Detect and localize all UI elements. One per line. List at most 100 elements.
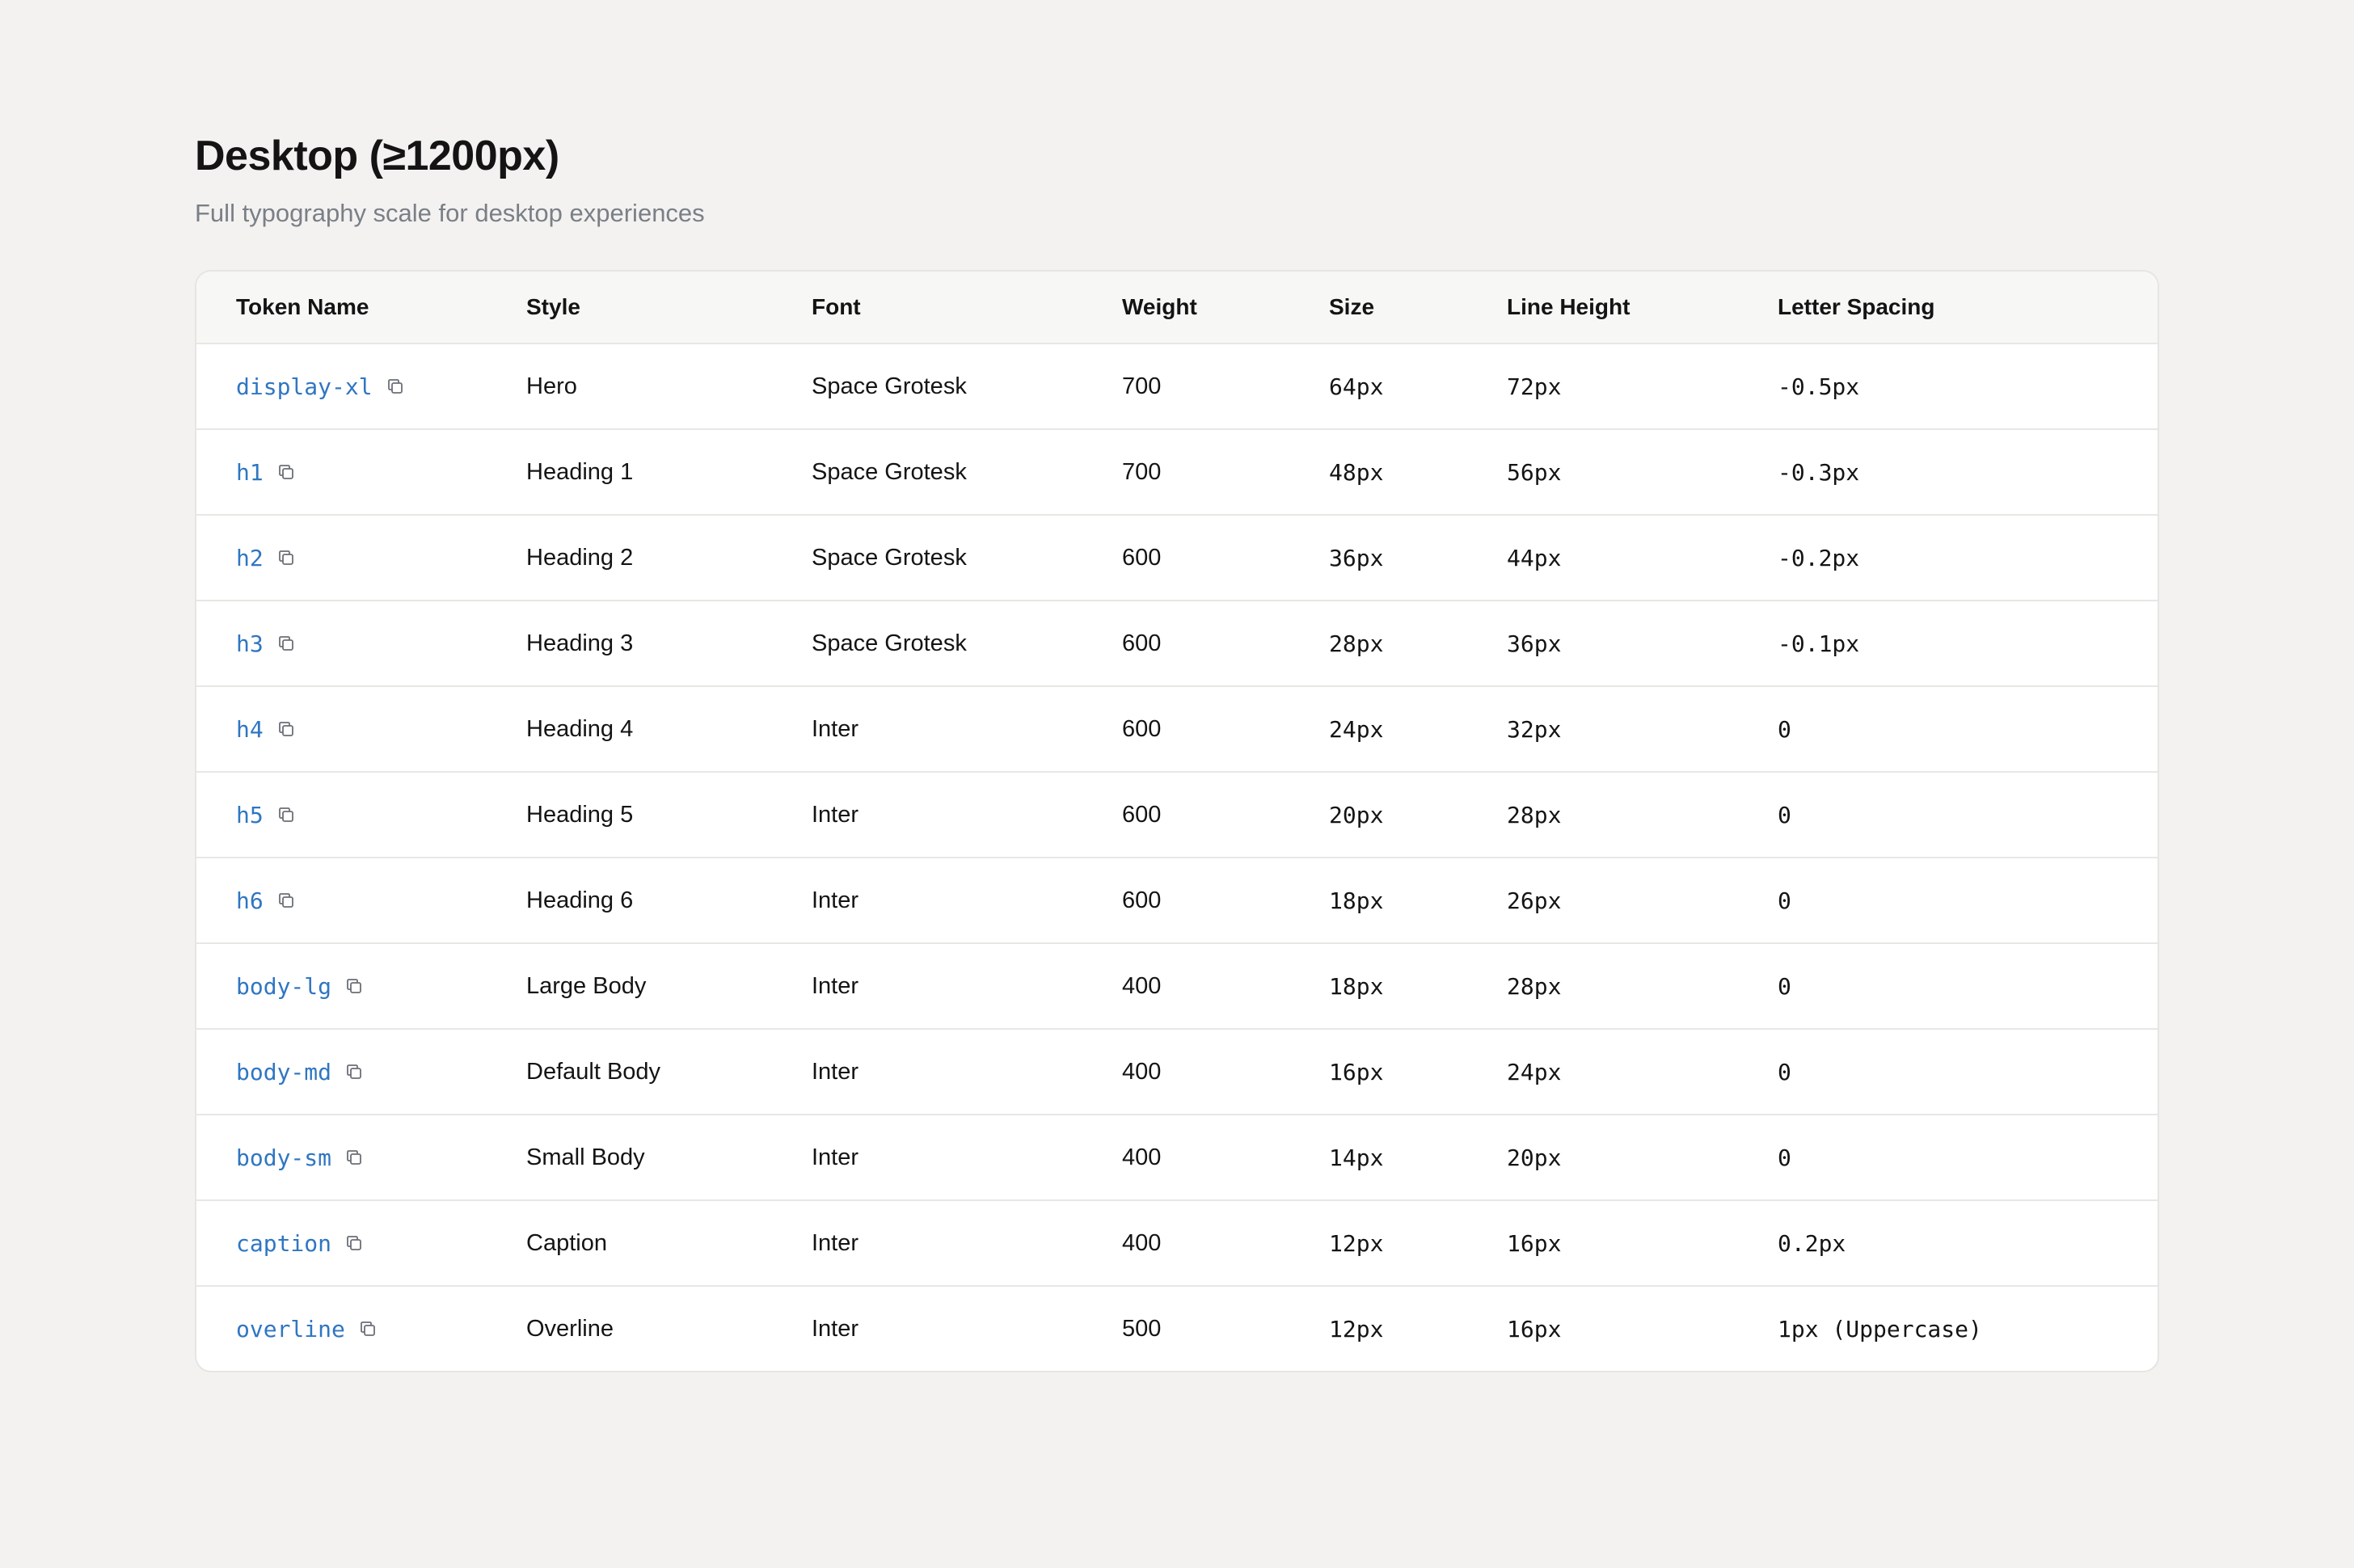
- font-cell: Inter: [812, 972, 859, 999]
- size-cell: 24px: [1329, 715, 1384, 743]
- copy-icon[interactable]: [343, 1146, 365, 1169]
- table-header-row: Token Name Style Font Weight Size Line H…: [196, 272, 2158, 343]
- token-cell: h3: [196, 630, 526, 657]
- table-row: body-lg Large Body Inter 400 18px 28px 0: [196, 942, 2158, 1028]
- font-cell: Inter: [812, 887, 859, 913]
- token-cell: h4: [196, 716, 526, 743]
- copy-icon[interactable]: [343, 1060, 365, 1083]
- typography-table: Token Name Style Font Weight Size Line H…: [195, 270, 2159, 1372]
- token-name-link[interactable]: h1: [236, 459, 264, 486]
- font-cell: Inter: [812, 1058, 859, 1085]
- style-cell: Heading 5: [526, 801, 634, 828]
- style-cell: Heading 6: [526, 887, 634, 913]
- size-cell: 18px: [1329, 887, 1384, 914]
- token-name-link[interactable]: overline: [236, 1316, 345, 1342]
- font-cell: Space Grotesk: [812, 630, 967, 656]
- copy-icon[interactable]: [275, 803, 297, 826]
- token-cell: h1: [196, 459, 526, 486]
- size-cell: 28px: [1329, 630, 1384, 657]
- token-name-link[interactable]: caption: [236, 1230, 331, 1257]
- line-height-cell: 16px: [1507, 1315, 1562, 1342]
- weight-cell: 400: [1122, 1229, 1162, 1256]
- token-cell: caption: [196, 1230, 526, 1257]
- letter-spacing-cell: -0.1px: [1778, 630, 1860, 657]
- line-height-cell: 32px: [1507, 715, 1562, 743]
- column-header-style: Style: [526, 294, 580, 319]
- table-row: display-xl Hero Space Grotesk 700 64px 72px -0…: [196, 343, 2158, 428]
- font-cell: Space Grotesk: [812, 544, 967, 571]
- weight-cell: 600: [1122, 544, 1162, 571]
- size-cell: 36px: [1329, 544, 1384, 571]
- token-name-link[interactable]: h3: [236, 630, 264, 657]
- copy-icon[interactable]: [275, 632, 297, 655]
- weight-cell: 400: [1122, 1058, 1162, 1085]
- table-row: h5 Heading 5 Inter 600 20px 28px 0: [196, 771, 2158, 857]
- copy-icon[interactable]: [275, 546, 297, 569]
- copy-icon[interactable]: [275, 889, 297, 912]
- weight-cell: 700: [1122, 458, 1162, 485]
- typography-section: Desktop (≥1200px) Full typography scale …: [195, 129, 2159, 1372]
- line-height-cell: 28px: [1507, 972, 1562, 1000]
- table-row: h1 Heading 1 Space Grotesk 700 48px 56px -0.3p…: [196, 428, 2158, 514]
- token-cell: body-md: [196, 1059, 526, 1085]
- copy-icon[interactable]: [343, 975, 365, 997]
- table-row: overline Overline Inter 500 12px 16px 1px (Upp…: [196, 1285, 2158, 1371]
- token-name-link[interactable]: h4: [236, 716, 264, 743]
- copy-icon[interactable]: [275, 718, 297, 740]
- line-height-cell: 72px: [1507, 373, 1562, 400]
- table-row: h3 Heading 3 Space Grotesk 600 28px 36px -0.1p…: [196, 600, 2158, 685]
- token-cell: overline: [196, 1316, 526, 1342]
- style-cell: Overline: [526, 1315, 614, 1342]
- token-name-link[interactable]: h6: [236, 887, 264, 914]
- font-cell: Inter: [812, 1229, 859, 1256]
- token-name-link[interactable]: display-xl: [236, 373, 373, 400]
- font-cell: Inter: [812, 801, 859, 828]
- letter-spacing-cell: -0.2px: [1778, 544, 1860, 571]
- line-height-cell: 24px: [1507, 1058, 1562, 1085]
- copy-icon[interactable]: [384, 375, 407, 398]
- column-header-weight: Weight: [1122, 294, 1197, 319]
- font-cell: Inter: [812, 1315, 859, 1342]
- letter-spacing-cell: 0: [1778, 1144, 1791, 1171]
- size-cell: 12px: [1329, 1315, 1384, 1342]
- token-name-link[interactable]: h2: [236, 545, 264, 571]
- letter-spacing-cell: 0.2px: [1778, 1229, 1846, 1257]
- weight-cell: 600: [1122, 630, 1162, 656]
- letter-spacing-cell: -0.3px: [1778, 458, 1860, 486]
- font-cell: Space Grotesk: [812, 458, 967, 485]
- size-cell: 48px: [1329, 458, 1384, 486]
- token-name-link[interactable]: h5: [236, 802, 264, 828]
- token-cell: body-sm: [196, 1144, 526, 1171]
- token-name-link[interactable]: body-sm: [236, 1144, 331, 1171]
- copy-icon[interactable]: [343, 1232, 365, 1254]
- line-height-cell: 26px: [1507, 887, 1562, 914]
- column-header-font: Font: [812, 294, 861, 319]
- page-subtitle: Full typography scale for desktop experi…: [195, 199, 705, 227]
- letter-spacing-cell: -0.5px: [1778, 373, 1860, 400]
- size-cell: 18px: [1329, 972, 1384, 1000]
- table-row: body-md Default Body Inter 400 16px 24px 0: [196, 1028, 2158, 1114]
- column-header-size: Size: [1329, 294, 1375, 319]
- style-cell: Heading 3: [526, 630, 634, 656]
- font-cell: Inter: [812, 1144, 859, 1170]
- weight-cell: 500: [1122, 1315, 1162, 1342]
- style-cell: Default Body: [526, 1058, 661, 1085]
- letter-spacing-cell: 0: [1778, 801, 1791, 828]
- letter-spacing-cell: 0: [1778, 715, 1791, 743]
- table-body: display-xl Hero Space Grotesk 700 64px 72px -0…: [196, 343, 2158, 1371]
- line-height-cell: 56px: [1507, 458, 1562, 486]
- table-row: body-sm Small Body Inter 400 14px 20px 0: [196, 1114, 2158, 1199]
- token-cell: display-xl: [196, 373, 526, 400]
- line-height-cell: 16px: [1507, 1229, 1562, 1257]
- table-row: h6 Heading 6 Inter 600 18px 26px 0: [196, 857, 2158, 942]
- copy-icon[interactable]: [356, 1317, 379, 1340]
- style-cell: Caption: [526, 1229, 607, 1256]
- token-name-link[interactable]: body-md: [236, 1059, 331, 1085]
- token-name-link[interactable]: body-lg: [236, 973, 331, 1000]
- style-cell: Heading 4: [526, 715, 634, 742]
- size-cell: 64px: [1329, 373, 1384, 400]
- size-cell: 14px: [1329, 1144, 1384, 1171]
- copy-icon[interactable]: [275, 461, 297, 483]
- token-cell: body-lg: [196, 973, 526, 1000]
- column-header-token-name: Token Name: [236, 294, 369, 319]
